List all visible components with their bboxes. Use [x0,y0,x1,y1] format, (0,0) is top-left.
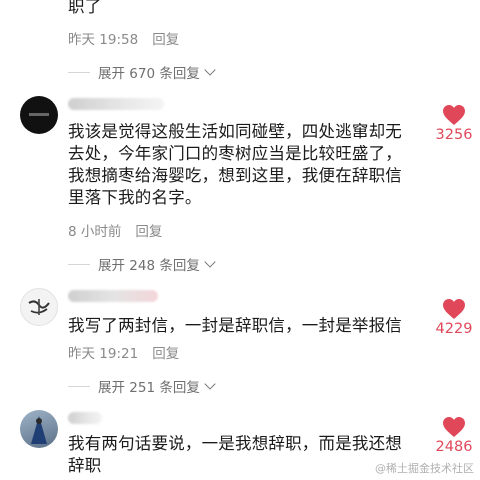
comment-time: 昨天 19:21 [68,346,139,362]
comment-line: 我写了两封信，一封是辞职信，一封是举报信 [68,316,402,335]
expand-replies-label: 展开 248 条回复 [98,258,200,274]
expand-replies-label: 展开 670 条回复 [98,66,200,82]
reply-button[interactable]: 回复 [152,32,179,48]
comment-meta: 8 小时前 回复 [68,220,162,240]
avatar-logo-icon [29,113,49,116]
heart-icon [443,299,465,319]
chevron-down-icon [204,378,216,390]
reply-button[interactable]: 回复 [135,224,162,240]
username-blurred[interactable] [68,412,102,424]
divider [68,71,90,73]
avatar[interactable] [20,96,58,134]
comment-text: 我写了两封信，一封是辞职信，一封是举报信 [68,315,402,337]
comment-line: 我该是觉得这般生活如同碰壁，四处逃窜却无 [68,122,402,141]
like-button[interactable]: 4229 [428,298,480,337]
comment-meta: 昨天 19:58 回复 [68,28,179,48]
username-blurred[interactable] [68,290,158,302]
comment-time: 8 小时前 [68,224,122,240]
comment-text: 我有两句话要说，一是我想辞职，而是我还想 辞职 [68,433,402,477]
comment-line: 去处，今年家门口的枣树应当是比较旺盛了， [68,144,402,163]
like-count: 2486 [435,439,473,455]
comment-text: 我该是觉得这般生活如同碰壁，四处逃窜却无 去处，今年家门口的枣树应当是比较旺盛了… [68,121,402,209]
divider [68,385,90,387]
like-button[interactable]: 3256 [428,104,480,143]
avatar-calligraphy-icon [28,299,50,315]
heart-icon [443,105,465,125]
expand-replies-button[interactable]: 展开 248 条回复 [68,254,216,274]
heart-icon [443,417,465,437]
like-count: 4229 [435,321,473,337]
watermark: @稀土掘金技术社区 [375,462,474,475]
comment-line: 职了 [68,0,102,16]
comment-meta: 昨天 19:21 回复 [68,342,179,362]
reply-button[interactable]: 回复 [152,346,179,362]
avatar-figure-icon [31,416,47,444]
expand-replies-label: 展开 251 条回复 [98,380,200,396]
comment-line: 我有两句话要说，一是我想辞职，而是我还想 [68,434,402,453]
comment-text: 职了 [68,0,101,18]
comment-line: 辞职 [68,456,102,475]
avatar[interactable] [20,288,58,326]
username-blurred[interactable] [68,98,164,110]
like-button[interactable]: 2486 [428,416,480,455]
divider [68,263,90,265]
comment-line: 我想摘枣给海婴吃，想到这里，我便在辞职信 [68,166,402,185]
comment-line: 里落下我的名字。 [68,188,202,207]
chevron-down-icon [204,64,216,76]
comment-time: 昨天 19:58 [68,32,139,48]
expand-replies-button[interactable]: 展开 670 条回复 [68,62,216,82]
chevron-down-icon [204,256,216,268]
expand-replies-button[interactable]: 展开 251 条回复 [68,376,216,396]
avatar[interactable] [20,410,58,448]
like-count: 3256 [435,127,473,143]
